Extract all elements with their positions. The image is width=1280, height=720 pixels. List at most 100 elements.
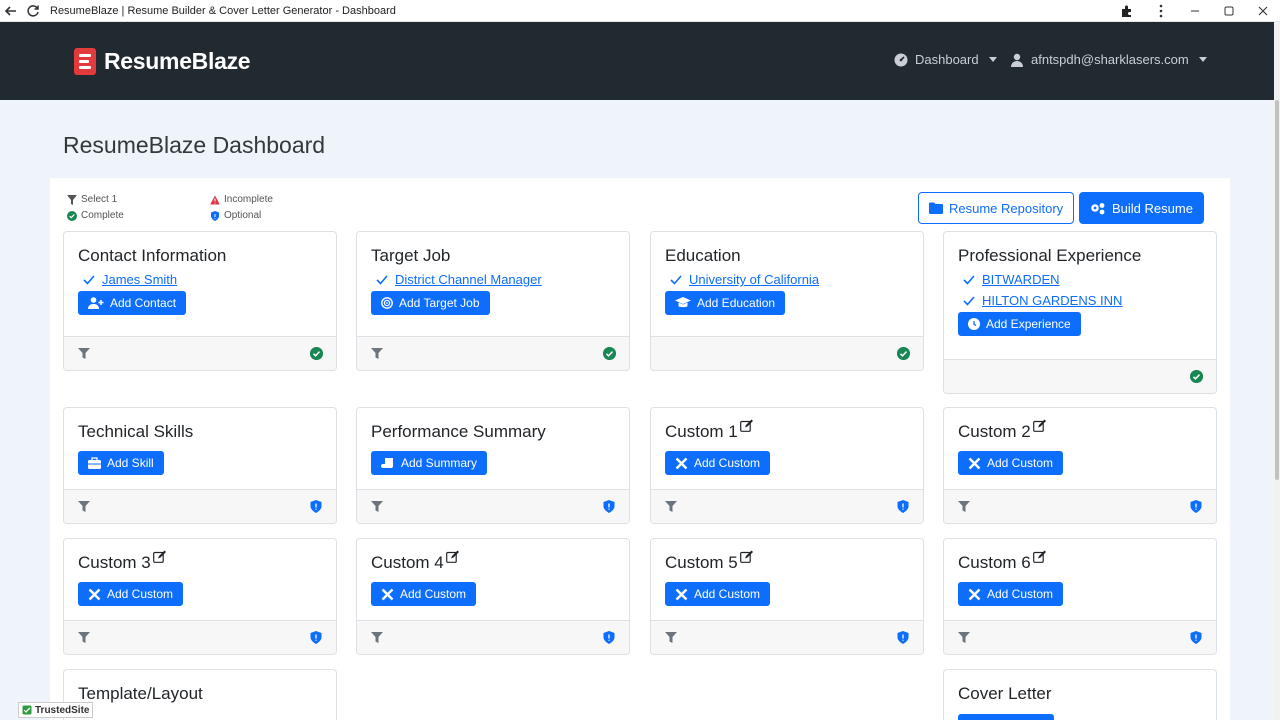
funnel-icon[interactable] <box>78 348 90 359</box>
funnel-icon[interactable] <box>371 501 383 512</box>
resume-repository-button[interactable]: Resume Repository <box>918 192 1075 224</box>
edit-icon[interactable] <box>445 550 459 563</box>
funnel-icon[interactable] <box>665 632 677 643</box>
card-title-row: Custom 2 <box>958 419 1206 442</box>
trustedsite-badge[interactable]: TrustedSite <box>18 702 94 718</box>
card-title: Custom 2 <box>958 422 1031 441</box>
card-title-row: Custom 3 <box>78 550 326 573</box>
add-custom-button[interactable]: Add Custom <box>78 582 184 606</box>
tools-icon <box>675 457 688 469</box>
add-education-button[interactable]: Add Education <box>665 291 786 315</box>
card-custom-1: Custom 1 Add Custom <box>650 407 924 524</box>
bullseye-icon <box>381 297 393 309</box>
trustedsite-label: TrustedSite <box>35 704 90 716</box>
card-footer <box>651 620 923 654</box>
edit-icon[interactable] <box>739 419 753 432</box>
card-title-row: Custom 1 <box>665 419 913 442</box>
clock-icon <box>968 318 980 330</box>
back-icon[interactable] <box>0 0 22 22</box>
card-title: Technical Skills <box>78 422 194 441</box>
close-icon[interactable] <box>1246 0 1280 22</box>
edit-icon[interactable] <box>1032 550 1046 563</box>
card-professional-experience: Professional Experience BITWARDEN HILTON… <box>943 231 1217 394</box>
card-title-row: Custom 4 <box>371 550 619 573</box>
funnel-icon[interactable] <box>78 501 90 512</box>
edit-icon[interactable] <box>1032 419 1046 432</box>
shield-icon <box>310 631 322 644</box>
check-icon <box>83 274 95 285</box>
reload-icon[interactable] <box>22 0 44 22</box>
speedometer-icon <box>894 53 908 66</box>
card-title: Template/Layout <box>78 684 203 703</box>
add-custom-button[interactable]: Add Custom <box>371 582 477 606</box>
card-title: Cover Letter <box>958 684 1052 703</box>
menu-dots-icon[interactable] <box>1144 0 1178 22</box>
add-experience-button[interactable]: Add Experience <box>958 312 1081 336</box>
folder-icon <box>929 202 943 214</box>
check-circle-icon <box>603 347 616 360</box>
warning-triangle-icon <box>210 195 220 204</box>
card-cover-letter: Cover Letter <box>943 669 1217 720</box>
card-footer <box>357 620 629 654</box>
shield-icon <box>897 631 909 644</box>
chevron-down-icon <box>988 57 997 62</box>
add-custom-button[interactable]: Add Custom <box>958 582 1064 606</box>
card-title-row: Custom 6 <box>958 550 1206 573</box>
card-footer <box>357 489 629 523</box>
top-navbar: ResumeBlaze Dashboard afntspdh@sharklase… <box>0 22 1274 100</box>
add-custom-button[interactable]: Add Custom <box>958 451 1064 475</box>
education-link[interactable]: University of California <box>689 272 819 287</box>
minimize-icon[interactable] <box>1178 0 1212 22</box>
card-custom-3: Custom 3 Add Custom <box>63 538 337 655</box>
extensions-icon[interactable] <box>1110 0 1144 22</box>
page-scrollbar[interactable] <box>1274 22 1280 720</box>
card-custom-6: Custom 6 Add Custom <box>943 538 1217 655</box>
funnel-icon[interactable] <box>78 632 90 643</box>
maximize-icon[interactable] <box>1212 0 1246 22</box>
card-footer <box>64 620 336 654</box>
nav-dashboard-dropdown[interactable]: Dashboard <box>894 52 997 67</box>
experience-link[interactable]: HILTON GARDENS INN <box>982 293 1122 308</box>
check-circle-icon <box>1190 370 1203 383</box>
brand-link[interactable]: ResumeBlaze <box>74 48 251 75</box>
add-contact-button[interactable]: Add Contact <box>78 291 187 315</box>
add-custom-button[interactable]: Add Custom <box>665 451 771 475</box>
browser-titlebar: ResumeBlaze | Resume Builder & Cover Let… <box>0 0 1280 22</box>
build-resume-button[interactable]: Build Resume <box>1079 192 1204 224</box>
check-circle-icon <box>310 347 323 360</box>
add-skill-button[interactable]: Add Skill <box>78 451 164 475</box>
card-target-job: Target Job District Channel Manager Add … <box>356 231 630 371</box>
tools-icon <box>675 588 688 600</box>
card-title: Custom 3 <box>78 553 151 572</box>
edit-icon[interactable] <box>739 550 753 563</box>
funnel-icon[interactable] <box>371 632 383 643</box>
shield-icon <box>211 210 219 221</box>
check-circle-icon <box>67 210 77 221</box>
shield-icon <box>603 631 615 644</box>
contact-link[interactable]: James Smith <box>102 272 177 287</box>
chevron-down-icon <box>1198 57 1207 62</box>
edit-icon[interactable] <box>152 550 166 563</box>
check-circle-icon <box>897 347 910 360</box>
brand-name: ResumeBlaze <box>104 48 251 74</box>
card-footer <box>64 336 336 370</box>
tools-icon <box>968 457 981 469</box>
add-target-job-button[interactable]: Add Target Job <box>371 291 490 315</box>
card-education: Education University of California Add E… <box>650 231 924 371</box>
add-custom-button[interactable]: Add Custom <box>665 582 771 606</box>
experience-link[interactable]: BITWARDEN <box>982 272 1060 287</box>
cover-letter-button[interactable] <box>958 714 1054 720</box>
card-technical-skills: Technical Skills Add Skill <box>63 407 337 524</box>
funnel-icon[interactable] <box>371 348 383 359</box>
brand-logo-icon <box>74 48 96 75</box>
add-summary-button[interactable]: Add Summary <box>371 451 488 475</box>
funnel-icon[interactable] <box>958 501 970 512</box>
funnel-icon[interactable] <box>665 501 677 512</box>
list-item: District Channel Manager <box>376 272 619 287</box>
target-job-link[interactable]: District Channel Manager <box>395 272 542 287</box>
card-title: Professional Experience <box>958 246 1142 265</box>
check-icon <box>963 274 975 285</box>
nav-user-dropdown[interactable]: afntspdh@sharklasers.com <box>1010 52 1207 67</box>
check-icon <box>670 274 682 285</box>
funnel-icon[interactable] <box>958 632 970 643</box>
